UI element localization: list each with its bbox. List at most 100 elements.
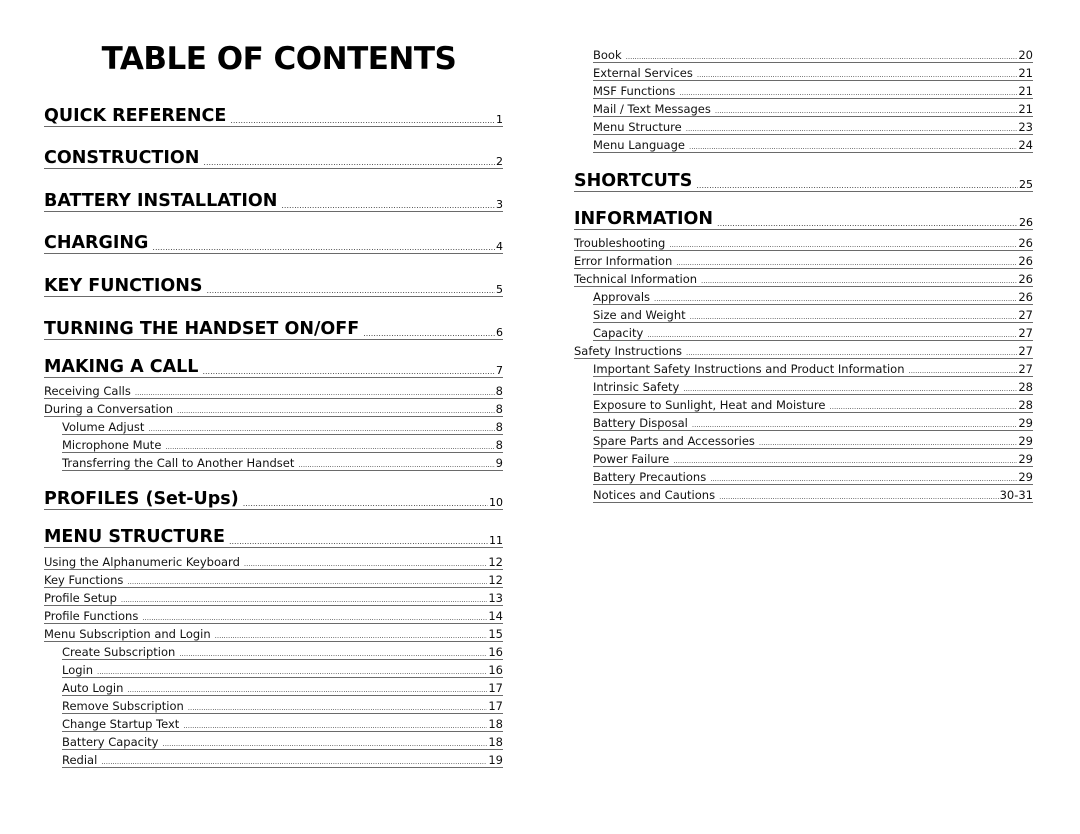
toc-entry[interactable]: Safety Instructions.....................… bbox=[574, 344, 1033, 359]
toc-entry-page-number: 5 bbox=[496, 283, 503, 296]
toc-entry-page-number: 25 bbox=[1019, 178, 1033, 191]
toc-entry[interactable]: Capacity................................… bbox=[593, 326, 1033, 341]
toc-entry-page-number: 7 bbox=[496, 364, 503, 377]
dot-leader: ........................................… bbox=[673, 457, 1017, 465]
toc-entry[interactable]: Size and Weight.........................… bbox=[593, 308, 1033, 323]
toc-entry-page-number: 29 bbox=[1018, 416, 1033, 430]
toc-entry[interactable]: Battery Disposal........................… bbox=[593, 416, 1033, 431]
toc-entry[interactable]: MAKING A CALL...........................… bbox=[44, 357, 503, 378]
toc-entry[interactable]: Intrinsic Safety........................… bbox=[593, 380, 1033, 395]
toc-entry[interactable]: Battery Precautions.....................… bbox=[593, 470, 1033, 485]
toc-entry-page-number: 10 bbox=[489, 496, 503, 509]
toc-entry[interactable]: External Services.......................… bbox=[593, 66, 1033, 81]
toc-entry[interactable]: Key Functions...........................… bbox=[44, 573, 503, 588]
toc-entry[interactable]: Microphone Mute.........................… bbox=[62, 438, 503, 453]
toc-entry-page-number: 26 bbox=[1018, 290, 1033, 304]
toc-entry-page-number: 15 bbox=[488, 627, 503, 641]
toc-entry-page-number: 2 bbox=[496, 155, 503, 168]
toc-entry[interactable]: Using the Alphanumeric Keyboard.........… bbox=[44, 555, 503, 570]
toc-entry[interactable]: INFORMATION.............................… bbox=[574, 209, 1033, 230]
toc-entry-label: Menu Subscription and Login bbox=[44, 627, 215, 641]
toc-entry[interactable]: Spare Parts and Accessories.............… bbox=[593, 434, 1033, 449]
toc-entry[interactable]: Transferring the Call to Another Handset… bbox=[62, 456, 503, 471]
dot-leader: ........................................… bbox=[214, 632, 488, 640]
toc-entry-label: Intrinsic Safety bbox=[593, 380, 684, 394]
toc-entry-label: Remove Subscription bbox=[62, 699, 188, 713]
toc-entry[interactable]: Menu Subscription and Login.............… bbox=[44, 627, 503, 642]
toc-entry[interactable]: Approvals...............................… bbox=[593, 290, 1033, 305]
toc-entry[interactable]: Create Subscription.....................… bbox=[62, 645, 503, 660]
toc-entry[interactable]: During a Conversation...................… bbox=[44, 402, 503, 417]
toc-entry-page-number: 8 bbox=[495, 438, 503, 452]
toc-entry[interactable]: Error Information.......................… bbox=[574, 254, 1033, 269]
toc-entry[interactable]: QUICK REFERENCE.........................… bbox=[44, 106, 503, 127]
toc-entry-label: QUICK REFERENCE bbox=[44, 106, 231, 126]
toc-entry[interactable]: Power Failure...........................… bbox=[593, 452, 1033, 467]
toc-entry-label: Change Startup Text bbox=[62, 717, 184, 731]
toc-entry[interactable]: MSF Functions...........................… bbox=[593, 84, 1033, 99]
toc-entry-label: Size and Weight bbox=[593, 308, 690, 322]
toc-entry[interactable]: Battery Capacity........................… bbox=[62, 735, 503, 750]
dot-leader: ........................................… bbox=[243, 560, 487, 568]
dot-leader: ........................................… bbox=[183, 722, 488, 730]
toc-entry-label: Safety Instructions bbox=[574, 344, 686, 358]
toc-entry[interactable]: TURNING THE HANDSET ON/OFF..............… bbox=[44, 319, 503, 340]
toc-entry-label: Volume Adjust bbox=[62, 420, 149, 434]
toc-entry[interactable]: Profile Setup...........................… bbox=[44, 591, 503, 606]
toc-entry-label: INFORMATION bbox=[574, 209, 718, 229]
toc-entry-label: CHARGING bbox=[44, 233, 153, 253]
dot-leader: ........................................… bbox=[127, 686, 488, 694]
toc-entry-label: Key Functions bbox=[44, 573, 128, 587]
toc-entry[interactable]: Notices and Cautions....................… bbox=[593, 488, 1033, 503]
toc-entry[interactable]: CHARGING................................… bbox=[44, 233, 503, 254]
toc-entry-page-number: 8 bbox=[495, 420, 503, 434]
dot-leader: ........................................… bbox=[683, 385, 1018, 393]
toc-entry[interactable]: Troubleshooting.........................… bbox=[574, 236, 1033, 251]
toc-entry[interactable]: SHORTCUTS...............................… bbox=[574, 171, 1033, 192]
toc-entry-page-number: 17 bbox=[488, 681, 503, 695]
toc-entry[interactable]: Exposure to Sunlight, Heat and Moisture.… bbox=[593, 398, 1033, 413]
toc-entry-label: Battery Disposal bbox=[593, 416, 692, 430]
dot-leader: ........................................… bbox=[689, 313, 1018, 321]
toc-entry[interactable]: Login...................................… bbox=[62, 663, 503, 678]
toc-entry[interactable]: Profile Functions.......................… bbox=[44, 609, 503, 624]
toc-entry-page-number: 21 bbox=[1018, 66, 1033, 80]
dot-leader: ........................................… bbox=[206, 286, 495, 295]
toc-entry[interactable]: Redial..................................… bbox=[62, 753, 503, 768]
toc-entry[interactable]: KEY FUNCTIONS...........................… bbox=[44, 276, 503, 297]
dot-leader: ........................................… bbox=[758, 439, 1018, 447]
toc-entry[interactable]: Volume Adjust...........................… bbox=[62, 420, 503, 435]
dot-leader: ........................................… bbox=[685, 349, 1018, 357]
toc-entry[interactable]: Menu Structure..........................… bbox=[593, 120, 1033, 135]
toc-entry[interactable]: Remove Subscription.....................… bbox=[62, 699, 503, 714]
toc-entry[interactable]: MENU STRUCTURE..........................… bbox=[44, 527, 503, 548]
toc-entry[interactable]: PROFILES (Set-Ups)......................… bbox=[44, 489, 503, 510]
dot-leader: ........................................… bbox=[717, 219, 1018, 228]
toc-entry-page-number: 16 bbox=[488, 663, 503, 677]
dot-leader: ........................................… bbox=[696, 71, 1018, 79]
dot-leader: ........................................… bbox=[142, 614, 488, 622]
page-title: TABLE OF CONTENTS bbox=[101, 41, 457, 77]
toc-entry-page-number: 27 bbox=[1018, 326, 1033, 340]
toc-entry[interactable]: Important Safety Instructions and Produc… bbox=[593, 362, 1033, 377]
toc-entry[interactable]: Technical Information...................… bbox=[574, 272, 1033, 287]
toc-entry[interactable]: Change Startup Text.....................… bbox=[62, 717, 503, 732]
toc-entry-label: Important Safety Instructions and Produc… bbox=[593, 362, 909, 376]
toc-entry-label: CONSTRUCTION bbox=[44, 148, 204, 168]
toc-entry-label: SHORTCUTS bbox=[574, 171, 697, 191]
toc-entry[interactable]: Auto Login..............................… bbox=[62, 681, 503, 696]
toc-entry-page-number: 28 bbox=[1018, 398, 1033, 412]
toc-entry[interactable]: Book....................................… bbox=[593, 48, 1033, 63]
toc-entry[interactable]: CONSTRUCTION............................… bbox=[44, 148, 503, 169]
toc-entry[interactable]: Menu Language...........................… bbox=[593, 138, 1033, 153]
toc-entry[interactable]: Mail / Text Messages....................… bbox=[593, 102, 1033, 117]
dot-leader: ........................................… bbox=[298, 461, 495, 469]
toc-entry-page-number: 11 bbox=[489, 534, 503, 547]
toc-entry-label: Login bbox=[62, 663, 98, 677]
toc-entry-label: Troubleshooting bbox=[574, 236, 670, 250]
toc-entry[interactable]: BATTERY INSTALLATION....................… bbox=[44, 191, 503, 212]
dot-leader: ........................................… bbox=[685, 125, 1018, 133]
dot-leader: ........................................… bbox=[120, 596, 487, 604]
dot-leader: ........................................… bbox=[908, 367, 1018, 375]
toc-entry[interactable]: Receiving Calls.........................… bbox=[44, 384, 503, 399]
